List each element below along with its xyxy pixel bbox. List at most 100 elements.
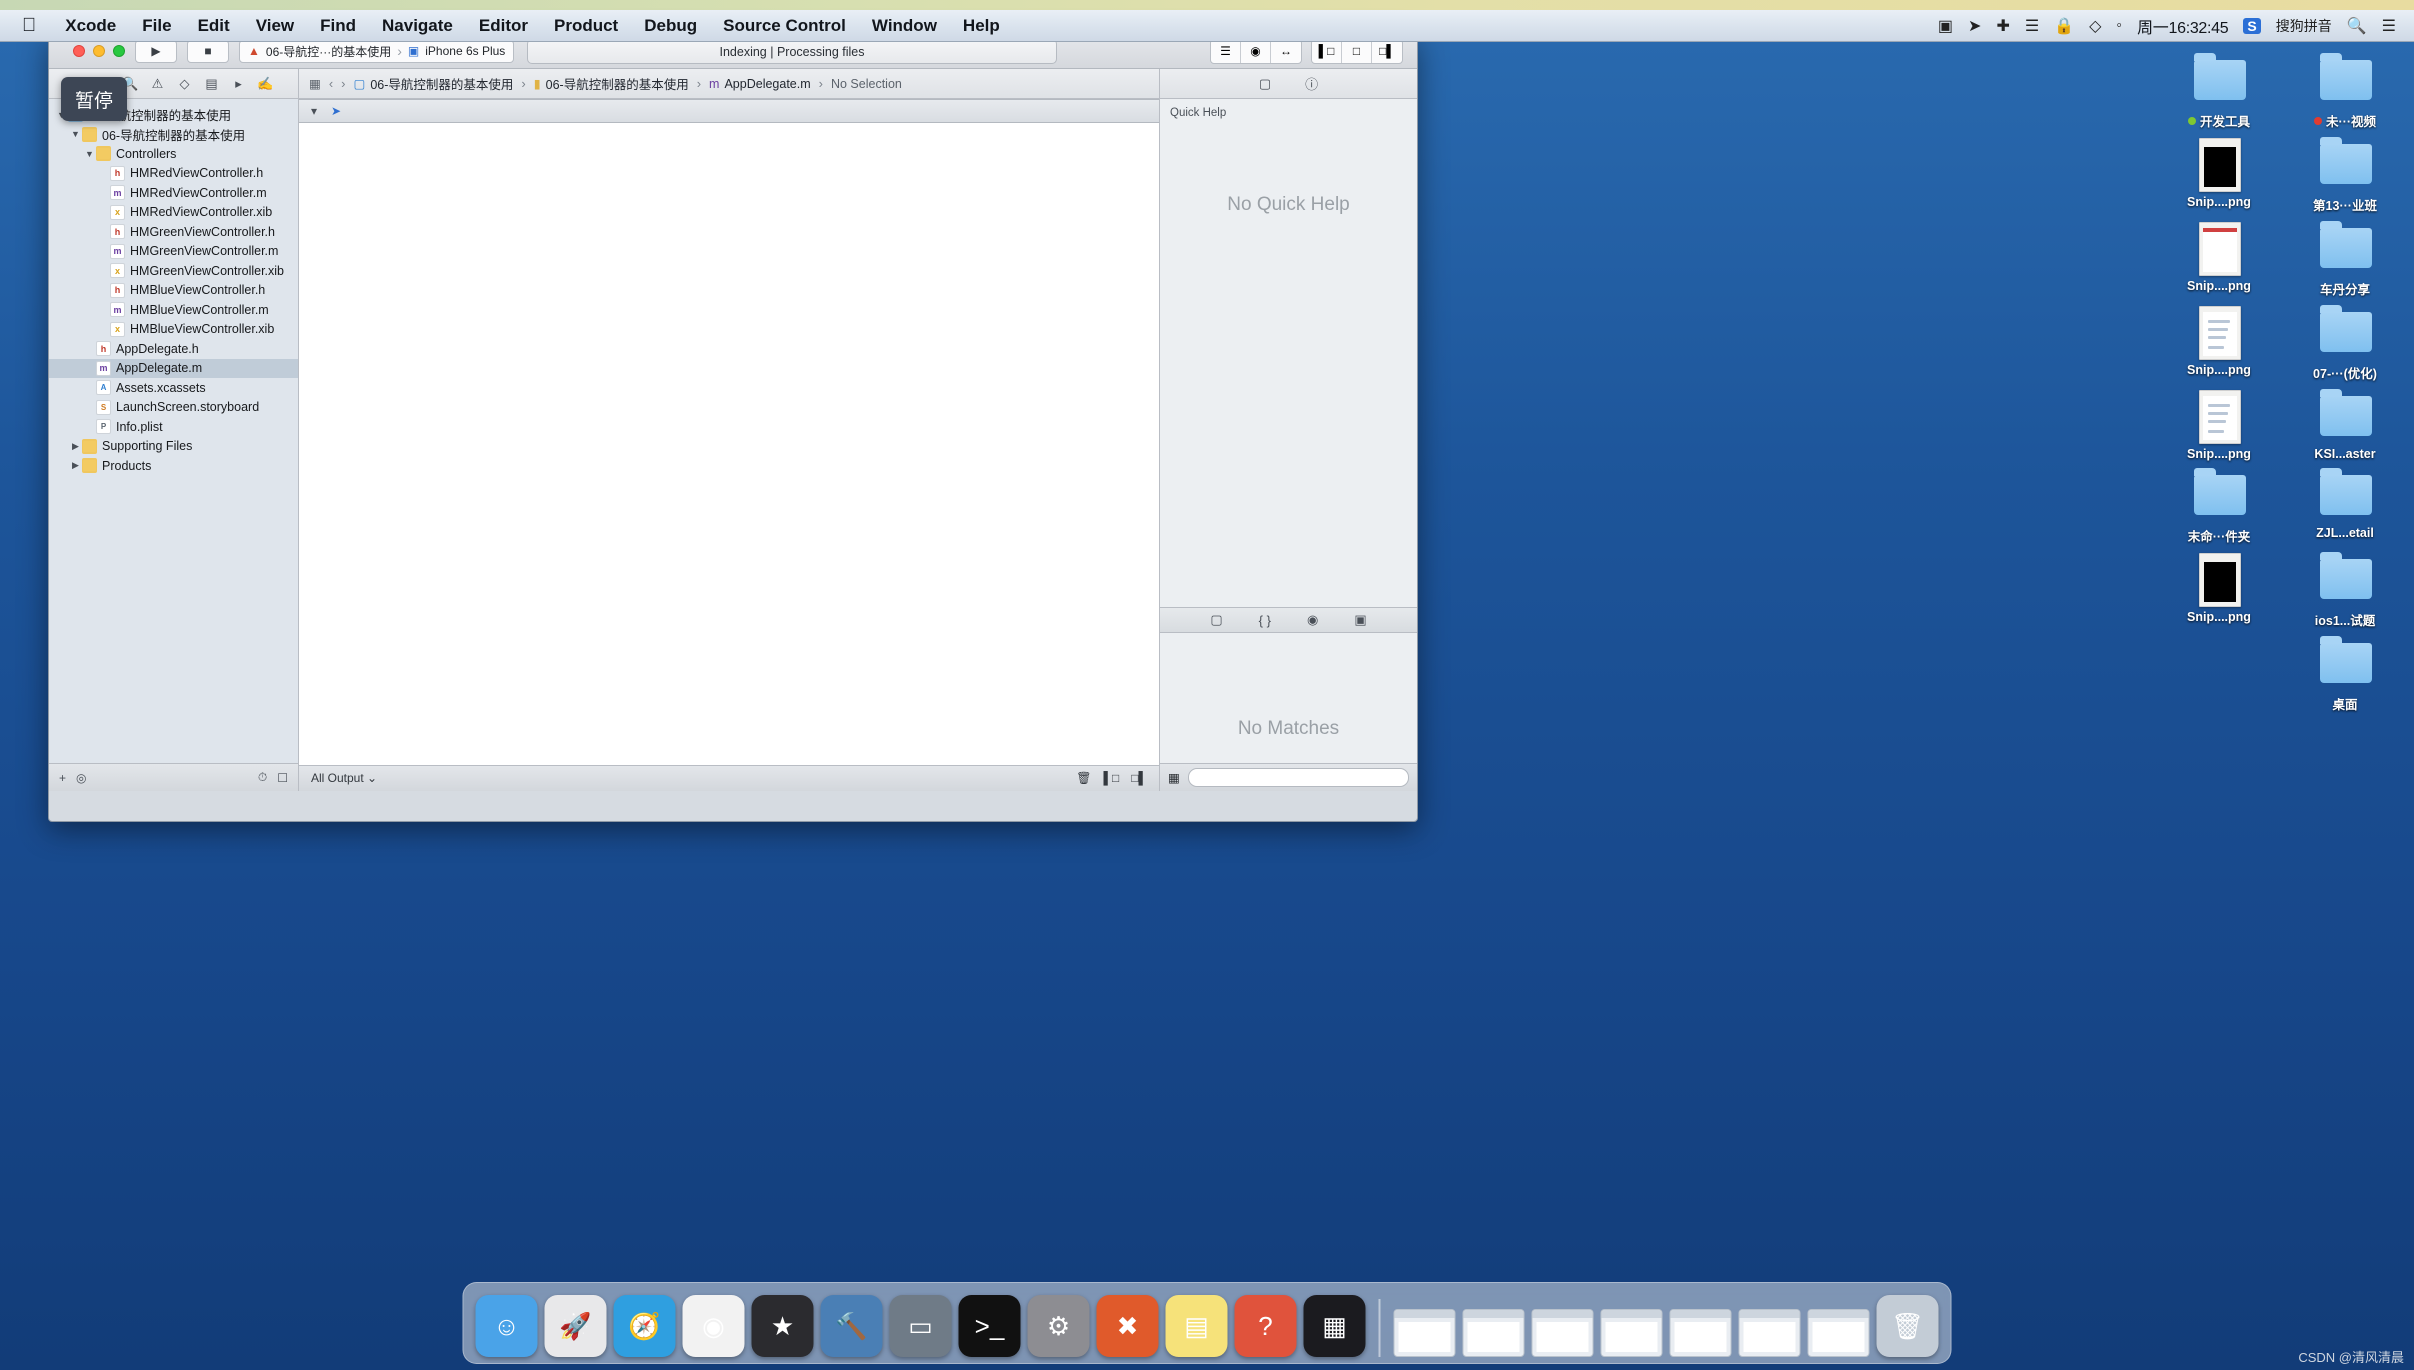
file-template-library-icon[interactable]: ▢: [1210, 612, 1222, 628]
breadcrumb-item-group[interactable]: ▮ 06-导航控制器的基本使用: [534, 74, 689, 93]
simulator-icon[interactable]: ▭: [889, 1295, 952, 1357]
desktop-folder-icon[interactable]: 末命···件夹: [2160, 465, 2278, 545]
object-library-icon[interactable]: ◉: [1307, 612, 1318, 628]
wifi-icon[interactable]: ☰: [2025, 16, 2039, 36]
hide-debug-icon[interactable]: ▾: [311, 104, 317, 118]
menu-item-source-control[interactable]: Source Control: [710, 16, 859, 36]
bluetooth-icon[interactable]: ✚: [1996, 16, 2009, 36]
dock-window-thumbnail[interactable]: [1531, 1309, 1594, 1357]
file-inspector-icon[interactable]: ▢: [1259, 76, 1271, 92]
dock-window-thumbnail[interactable]: [1600, 1309, 1663, 1357]
media-library-icon[interactable]: ▣: [1354, 612, 1366, 628]
code-snippet-library-icon[interactable]: { }: [1259, 613, 1271, 628]
spotlight-search-icon[interactable]: 🔍: [2347, 16, 2367, 36]
dock-window-thumbnail[interactable]: [1669, 1309, 1732, 1357]
control-center-icon[interactable]: ☰: [2382, 16, 2396, 36]
stop-button[interactable]: ■: [187, 39, 229, 63]
notes-icon[interactable]: ▤: [1165, 1295, 1228, 1357]
issue-nav-icon[interactable]: ⚠: [144, 73, 171, 95]
breadcrumb-item-selection[interactable]: No Selection: [831, 77, 902, 91]
scheme-selector[interactable]: ▲ 06-导航控···的基本使用 › ▣ iPhone 6s Plus: [239, 39, 515, 63]
menu-item-navigate[interactable]: Navigate: [369, 16, 466, 36]
minimize-window-button[interactable]: [93, 45, 105, 57]
breadcrumb-item-file[interactable]: m AppDelegate.m: [709, 77, 811, 91]
disclosure-triangle-icon[interactable]: ▼: [83, 149, 96, 159]
dock-window-thumbnail[interactable]: [1462, 1309, 1525, 1357]
lock-icon[interactable]: 🔒: [2054, 16, 2074, 36]
desktop-folder-icon[interactable]: KSI...aster: [2286, 386, 2404, 461]
library-grid-icon[interactable]: ▦: [1168, 770, 1180, 785]
dock-window-thumbnail[interactable]: [1807, 1309, 1870, 1357]
menu-item-product[interactable]: Product: [541, 16, 631, 36]
debug-area-toggle-icon[interactable]: □: [1342, 39, 1372, 63]
quick-help-icon[interactable]: ⓘ: [1305, 74, 1318, 93]
version-editor-icon[interactable]: ↔: [1271, 40, 1301, 63]
debug-nav-icon[interactable]: ▤: [198, 73, 225, 95]
tree-row[interactable]: m HMRedViewController.m: [49, 183, 298, 203]
tree-row[interactable]: x HMBlueViewController.xib: [49, 320, 298, 340]
menu-item-view[interactable]: View: [243, 16, 307, 36]
xcode-icon[interactable]: 🔨: [820, 1295, 883, 1357]
related-items-icon[interactable]: ▦: [309, 76, 321, 91]
tree-row[interactable]: h HMGreenViewController.h: [49, 222, 298, 242]
navigator-toggle-icon[interactable]: ▌□: [1312, 39, 1342, 63]
desktop-folder-icon[interactable]: 第13···业班: [2286, 134, 2404, 214]
finder-icon[interactable]: ☺: [475, 1295, 538, 1357]
disclosure-triangle-icon[interactable]: ▼: [69, 129, 82, 139]
zoom-window-button[interactable]: [113, 45, 125, 57]
dropbox-icon[interactable]: ◇: [2089, 16, 2101, 36]
filter-icon[interactable]: ◎: [76, 771, 86, 785]
tree-row[interactable]: ▼ 06-导航控制器的基本使用: [49, 125, 298, 145]
system-preferences-icon[interactable]: ⚙: [1027, 1295, 1090, 1357]
screen-record-icon[interactable]: ▣: [1938, 16, 1953, 36]
utilities-toggle-icon[interactable]: □▌: [1372, 40, 1402, 63]
desktop-folder-icon[interactable]: 未···视频: [2286, 50, 2404, 130]
location-icon[interactable]: ➤: [1968, 16, 1981, 36]
close-window-button[interactable]: [73, 45, 85, 57]
tree-row[interactable]: m HMBlueViewController.m: [49, 300, 298, 320]
pdf-expert-icon[interactable]: ?: [1234, 1295, 1297, 1357]
desktop-file-icon[interactable]: Snip....png: [2160, 134, 2278, 214]
tree-row[interactable]: ▶ Supporting Files: [49, 437, 298, 457]
recent-files-icon[interactable]: ⏱: [258, 770, 267, 785]
menu-item-debug[interactable]: Debug: [631, 16, 710, 36]
dashboard-icon[interactable]: ◉: [682, 1295, 745, 1357]
tree-row[interactable]: P Info.plist: [49, 417, 298, 437]
ime-label[interactable]: 搜狗拼音: [2276, 16, 2332, 36]
console-right-icon[interactable]: □▌: [1131, 771, 1147, 785]
menu-item-file[interactable]: File: [129, 16, 184, 36]
breadcrumb-item-project[interactable]: ▢ 06-导航控制器的基本使用: [354, 74, 514, 93]
desktop-folder-icon[interactable]: 开发工具: [2160, 50, 2278, 130]
step-icon[interactable]: ➤: [331, 104, 341, 118]
run-button[interactable]: ▶: [135, 39, 177, 63]
tree-row[interactable]: ▶ Products: [49, 456, 298, 476]
console-left-icon[interactable]: ▌□: [1104, 771, 1120, 785]
apple-logo-icon[interactable]: : [0, 15, 52, 37]
standard-editor-icon[interactable]: ☰: [1211, 39, 1241, 63]
library-search-input[interactable]: [1187, 768, 1409, 787]
dash-icon[interactable]: ▦: [1303, 1295, 1366, 1357]
menu-clock[interactable]: 周一16:32:45: [2137, 14, 2229, 38]
volume-icon[interactable]: ◦: [2116, 17, 2122, 35]
tree-row[interactable]: ▼ Controllers: [49, 144, 298, 164]
trash-icon[interactable]: 🗑: [1076, 771, 1091, 785]
desktop-folder-icon[interactable]: 07-···(优化): [2286, 302, 2404, 382]
menu-item-editor[interactable]: Editor: [466, 16, 541, 36]
tree-row[interactable]: h AppDelegate.h: [49, 339, 298, 359]
tree-row[interactable]: h HMRedViewController.h: [49, 164, 298, 184]
launchpad-icon[interactable]: 🚀: [544, 1295, 607, 1357]
tree-row[interactable]: x HMRedViewController.xib: [49, 203, 298, 223]
tree-row[interactable]: x HMGreenViewController.xib: [49, 261, 298, 281]
menu-item-window[interactable]: Window: [859, 16, 950, 36]
assistant-editor-icon[interactable]: ◉: [1241, 39, 1271, 63]
menu-item-help[interactable]: Help: [950, 16, 1013, 36]
xmind-icon[interactable]: ✖: [1096, 1295, 1159, 1357]
menu-item-xcode[interactable]: Xcode: [52, 16, 129, 36]
dock-window-thumbnail[interactable]: [1738, 1309, 1801, 1357]
tree-row[interactable]: A Assets.xcassets: [49, 378, 298, 398]
source-control-filter-icon[interactable]: ☐: [277, 771, 288, 785]
tree-row[interactable]: S LaunchScreen.storyboard: [49, 398, 298, 418]
breakpoint-nav-icon[interactable]: ▸: [225, 73, 252, 95]
dock-window-thumbnail[interactable]: [1393, 1309, 1456, 1357]
tree-row[interactable]: m HMGreenViewController.m: [49, 242, 298, 262]
